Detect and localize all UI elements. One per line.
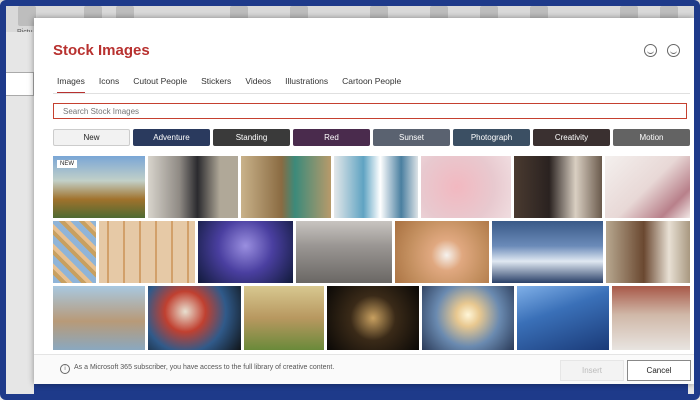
tab-cartoon-people[interactable]: Cartoon People	[342, 76, 401, 94]
filter-chip-sunset[interactable]: Sunset	[373, 129, 450, 146]
smile-icon[interactable]	[644, 44, 657, 57]
image-tile[interactable]	[422, 286, 514, 350]
filter-chip-new[interactable]: New	[53, 129, 130, 146]
subscriber-info-text: As a Microsoft 365 subscriber, you have …	[74, 364, 335, 371]
info-icon: i	[60, 364, 70, 374]
slide-thumbnail[interactable]	[4, 72, 34, 96]
image-tile[interactable]	[244, 286, 324, 350]
filter-chip-motion[interactable]: Motion	[613, 129, 690, 146]
filter-chip-standing[interactable]: Standing	[213, 129, 290, 146]
image-tile[interactable]	[198, 221, 293, 283]
category-tabs: Images Icons Cutout People Stickers Vide…	[57, 76, 401, 94]
filter-chips: New Adventure Standing Red Sunset Photog…	[53, 129, 690, 146]
cancel-button[interactable]: Cancel	[627, 360, 691, 381]
tab-videos[interactable]: Videos	[245, 76, 271, 94]
tab-icons[interactable]: Icons	[99, 76, 119, 94]
tab-stickers[interactable]: Stickers	[201, 76, 231, 94]
image-tile[interactable]	[517, 286, 609, 350]
image-tile[interactable]	[296, 221, 392, 283]
tab-images[interactable]: Images	[57, 76, 85, 94]
image-tile[interactable]	[334, 156, 418, 218]
image-tile[interactable]	[241, 156, 331, 218]
new-badge: NEW	[57, 160, 77, 168]
search-input[interactable]	[53, 103, 687, 119]
image-tile[interactable]	[53, 286, 145, 350]
slide-thumbnail-pane	[0, 32, 34, 400]
tab-illustrations[interactable]: Illustrations	[285, 76, 328, 94]
filter-chip-creativity[interactable]: Creativity	[533, 129, 610, 146]
image-tile[interactable]	[53, 221, 96, 283]
image-tile[interactable]	[327, 286, 419, 350]
frown-icon[interactable]	[667, 44, 680, 57]
image-tile[interactable]	[148, 156, 238, 218]
image-tile[interactable]	[612, 286, 690, 350]
filter-chip-red[interactable]: Red	[293, 129, 370, 146]
image-tile[interactable]	[421, 156, 511, 218]
image-tile[interactable]	[148, 286, 241, 350]
filter-chip-adventure[interactable]: Adventure	[133, 129, 210, 146]
image-tile[interactable]	[492, 221, 603, 283]
dialog-footer: i As a Microsoft 365 subscriber, you hav…	[34, 354, 694, 384]
image-tile[interactable]	[99, 221, 195, 283]
filter-chip-photograph[interactable]: Photograph	[453, 129, 530, 146]
feedback-icons	[644, 44, 680, 57]
image-tile[interactable]	[606, 221, 690, 283]
insert-button[interactable]: Insert	[560, 360, 624, 381]
dialog-title: Stock Images	[53, 42, 150, 59]
tab-cutout-people[interactable]: Cutout People	[133, 76, 187, 94]
image-tile[interactable]: NEW	[53, 156, 145, 218]
image-tile[interactable]	[605, 156, 690, 218]
image-tile[interactable]	[514, 156, 602, 218]
tab-divider	[53, 93, 690, 94]
stock-images-dialog: Stock Images Images Icons Cutout People …	[34, 18, 694, 384]
image-tile[interactable]	[395, 221, 489, 283]
